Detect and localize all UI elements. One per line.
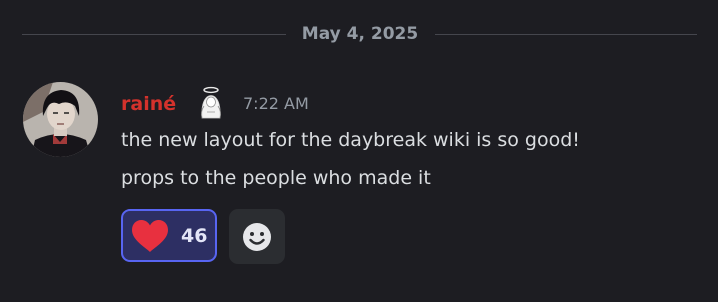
date-divider-line-left xyxy=(22,34,286,35)
avatar-portrait-icon xyxy=(23,82,98,157)
avatar[interactable] xyxy=(23,82,98,157)
red-heart-icon xyxy=(132,220,168,252)
date-divider-label: May 4, 2025 xyxy=(301,24,419,44)
message-text-line: props to the people who made it xyxy=(121,167,431,189)
smiley-add-reaction-icon xyxy=(243,223,271,251)
date-divider-line-right xyxy=(435,34,697,35)
username[interactable]: rainé xyxy=(121,91,176,117)
heart-reaction-button[interactable]: 46 xyxy=(121,209,217,262)
add-reaction-button[interactable] xyxy=(229,209,285,264)
reaction-count: 46 xyxy=(181,225,208,247)
message-text-line: the new layout for the daybreak wiki is … xyxy=(121,129,580,151)
message-timestamp[interactable]: 7:22 AM xyxy=(243,92,309,116)
angel-portrait-icon[interactable] xyxy=(198,86,224,120)
chat-message-view: May 4, 2025 rainé 7:22 AM the new layout… xyxy=(0,0,718,302)
